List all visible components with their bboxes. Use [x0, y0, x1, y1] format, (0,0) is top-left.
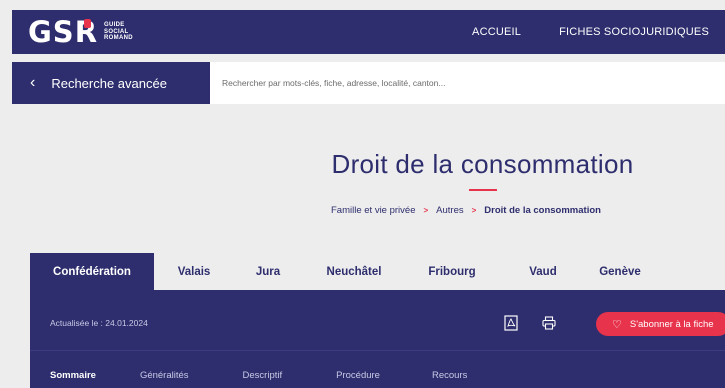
search-bar: ‹ Recherche avancée	[12, 62, 725, 104]
tab-jura[interactable]: Jura	[234, 253, 302, 290]
tab-fribourg[interactable]: Fribourg	[406, 253, 498, 290]
tab-valais[interactable]: Valais	[154, 253, 234, 290]
top-navigation-bar: GSR GUIDE SOCIAL ROMAND ACCUEIL FICHES S…	[12, 10, 725, 54]
section-generalites[interactable]: Généralités	[140, 370, 189, 381]
advanced-search-button[interactable]: ‹ Recherche avancée	[12, 62, 210, 104]
logo-r: R	[74, 15, 99, 49]
section-procedure[interactable]: Procédure	[336, 370, 380, 381]
pdf-icon[interactable]	[504, 315, 518, 331]
breadcrumb-separator: >	[471, 206, 477, 215]
nav-link-accueil[interactable]: ACCUEIL	[472, 26, 521, 38]
section-recours[interactable]: Recours	[432, 370, 467, 381]
breadcrumb-item-famille[interactable]: Famille et vie privée	[331, 205, 415, 216]
fiche-panel: Actualisée le : 24.01.2024 ♡ S'abonner à…	[30, 290, 725, 388]
tab-vaud[interactable]: Vaud	[498, 253, 588, 290]
search-input[interactable]	[222, 62, 712, 104]
tab-neuchatel[interactable]: Neuchâtel	[302, 253, 406, 290]
logo-mark: GSR	[28, 15, 99, 49]
section-descriptif[interactable]: Descriptif	[243, 370, 283, 381]
main-nav: ACCUEIL FICHES SOCIOJURIDIQUES	[472, 10, 709, 54]
gsr-logo[interactable]: GSR GUIDE SOCIAL ROMAND	[28, 17, 133, 47]
title-underline	[469, 189, 497, 191]
subscribe-label: S'abonner à la fiche	[629, 318, 714, 330]
section-sommaire[interactable]: Sommaire	[50, 370, 96, 381]
advanced-search-label: Recherche avancée	[51, 75, 167, 91]
section-nav: Sommaire Généralités Descriptif Procédur…	[30, 360, 467, 388]
tab-confederation[interactable]: Confédération	[30, 253, 154, 290]
chevron-left-icon: ‹	[30, 74, 36, 91]
last-updated-text: Actualisée le : 24.01.2024	[50, 318, 148, 328]
page-title: Droit de la consommation	[331, 149, 634, 179]
nav-link-fiches-sociojuridiques[interactable]: FICHES SOCIOJURIDIQUES	[559, 26, 709, 38]
breadcrumb-separator: >	[423, 206, 429, 215]
logo-text: GUIDE SOCIAL ROMAND	[104, 22, 133, 42]
subscribe-button[interactable]: ♡ S'abonner à la fiche	[596, 312, 725, 336]
breadcrumb-item-current: Droit de la consommation	[484, 205, 601, 216]
panel-divider	[30, 350, 725, 351]
tab-geneve[interactable]: Genève	[588, 253, 652, 290]
breadcrumb: Famille et vie privée > Autres > Droit d…	[331, 205, 601, 216]
heart-icon: ♡	[612, 318, 622, 331]
breadcrumb-item-autres[interactable]: Autres	[436, 205, 463, 216]
canton-tabs: Confédération Valais Jura Neuchâtel Frib…	[30, 253, 652, 290]
print-icon[interactable]	[542, 316, 556, 330]
